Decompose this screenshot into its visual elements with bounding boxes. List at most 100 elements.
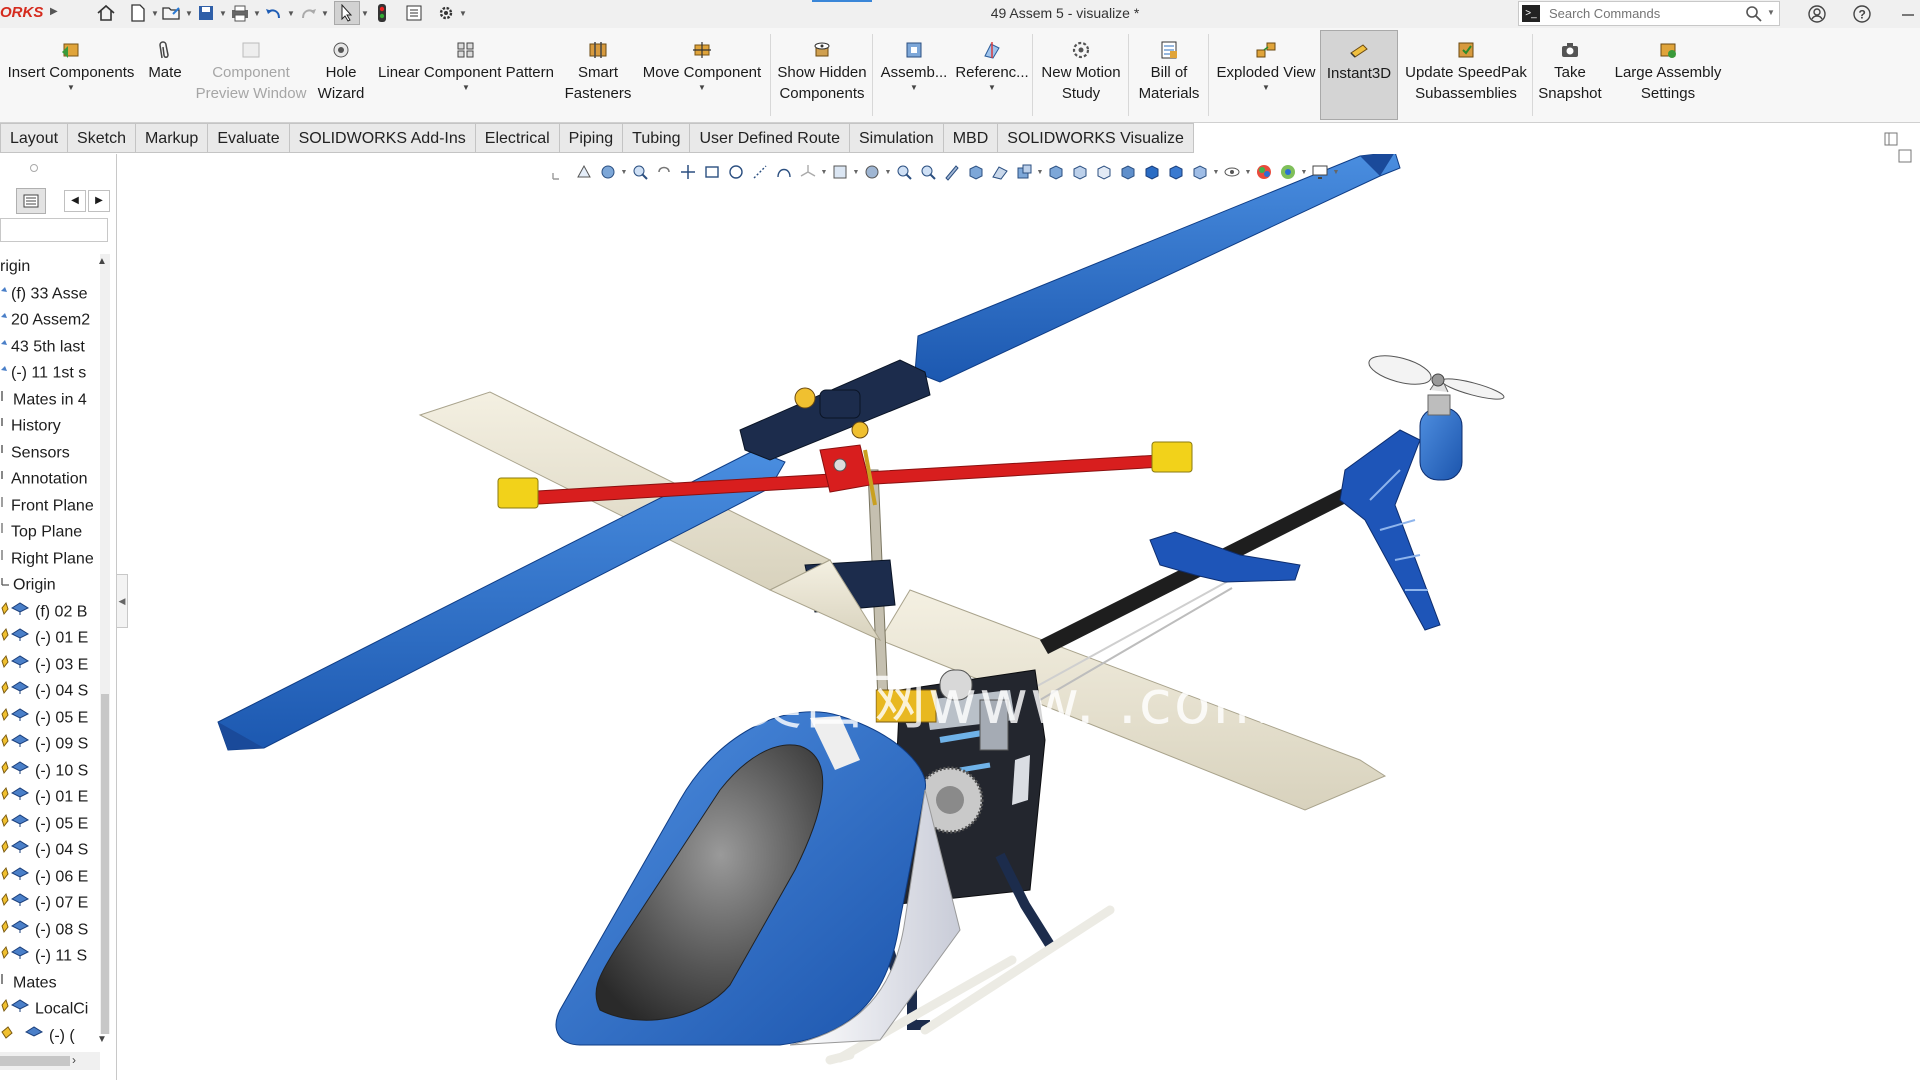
command-search-box[interactable]: >_ ▼ — [1518, 1, 1780, 26]
assembly-view-icon[interactable] — [1012, 160, 1036, 184]
view-right-icon[interactable] — [1116, 160, 1140, 184]
tree-item[interactable]: Top Plane — [0, 519, 100, 546]
assembly-view-dropdown[interactable]: ▼ — [1036, 169, 1044, 176]
view-settings-monitor-icon[interactable] — [1308, 160, 1332, 184]
help-icon[interactable]: ? — [1850, 2, 1874, 26]
view-settings-dropdown[interactable]: ▼ — [1332, 169, 1340, 176]
view-left-icon[interactable] — [1092, 160, 1116, 184]
horizontal-scrollbar-thumb[interactable] — [0, 1056, 70, 1066]
search-icon[interactable] — [1745, 5, 1763, 23]
apply-scene-icon[interactable] — [1276, 160, 1300, 184]
section-view-icon[interactable] — [596, 160, 620, 184]
tree-item[interactable]: Mates in 4 — [0, 387, 100, 414]
view-top-icon[interactable] — [1140, 160, 1164, 184]
rotate-view-icon[interactable] — [652, 160, 676, 184]
tree-item[interactable]: (-) 01 E — [0, 784, 100, 811]
new-motion-study-button[interactable]: New Motion Study — [1036, 30, 1126, 120]
tab-solidworks-add-ins[interactable]: SOLIDWORKS Add-Ins — [289, 123, 476, 153]
tree-item[interactable]: History — [0, 413, 100, 440]
instant3d-button[interactable]: Instant3D — [1320, 30, 1398, 120]
tree-item[interactable]: 20 Assem2 — [0, 307, 100, 334]
shaded-cube-icon[interactable] — [964, 160, 988, 184]
tree-item[interactable]: (-) 04 S — [0, 678, 100, 705]
tab-sketch[interactable]: Sketch — [68, 123, 136, 153]
tree-item[interactable]: (-) 04 S — [0, 837, 100, 864]
insert-components-button[interactable]: Insert Components ▼ — [4, 30, 138, 120]
reference-geometry-button[interactable]: Referenc... ▼ — [954, 30, 1030, 120]
tree-item[interactable]: rigin — [0, 254, 100, 281]
sketch-edit-icon[interactable] — [940, 160, 964, 184]
helicopter-assembly-model[interactable] — [117, 151, 1920, 1080]
show-hidden-components-button[interactable]: Show Hidden Components — [774, 30, 870, 120]
apply-scene-dropdown[interactable]: ▼ — [1300, 169, 1308, 176]
zoom-to-fit-icon[interactable] — [548, 160, 572, 184]
tree-item[interactable]: (-) 07 E — [0, 890, 100, 917]
tree-scrollbar-thumb[interactable] — [101, 694, 109, 1034]
tree-item[interactable]: (-) 11 1st s — [0, 360, 100, 387]
pan-icon[interactable] — [676, 160, 700, 184]
exploded-view-button[interactable]: Exploded View ▼ — [1212, 30, 1320, 120]
helicopter-canopy-body[interactable] — [555, 711, 961, 1046]
take-snapshot-button[interactable]: Take Snapshot — [1536, 30, 1604, 120]
edit-appearance-icon[interactable] — [1252, 160, 1276, 184]
triad-dropdown[interactable]: ▼ — [820, 169, 828, 176]
minimize-window-icon[interactable] — [1896, 2, 1920, 26]
bill-of-materials-button[interactable]: Bill of Materials — [1132, 30, 1206, 120]
linear-component-pattern-button[interactable]: Linear Component Pattern ▼ — [372, 30, 560, 120]
tree-item[interactable]: (-) 03 E — [0, 652, 100, 679]
tree-item[interactable]: (-) 09 S — [0, 731, 100, 758]
tab-solidworks-visualize[interactable]: SOLIDWORKS Visualize — [998, 123, 1194, 153]
update-speedpak-button[interactable]: Update SpeedPak Subassemblies — [1402, 30, 1530, 120]
tree-item[interactable]: (-) 01 E — [0, 625, 100, 652]
view-circle-icon[interactable] — [724, 160, 748, 184]
tree-item[interactable]: (-) 05 E — [0, 811, 100, 838]
tab-evaluate[interactable]: Evaluate — [208, 123, 290, 153]
tree-item[interactable]: Mates — [0, 970, 100, 997]
zoom-in-icon[interactable] — [892, 160, 916, 184]
search-options-dropdown[interactable]: ▼ — [1767, 8, 1775, 17]
tab-simulation[interactable]: Simulation — [850, 123, 944, 153]
display-style-icon[interactable] — [860, 160, 884, 184]
tail-motor[interactable] — [1419, 373, 1463, 481]
panel-grip-handle[interactable] — [30, 164, 38, 172]
measure-line-icon[interactable] — [748, 160, 772, 184]
view-orientation-dropdown[interactable]: ▼ — [852, 169, 860, 176]
feature-tree-tab-icon[interactable] — [16, 188, 46, 214]
chevron-down-icon[interactable]: ▼ — [1212, 83, 1320, 93]
scroll-right-icon[interactable]: › — [72, 1053, 76, 1067]
chevron-down-icon[interactable]: ▼ — [4, 83, 138, 93]
panel-nav-right-icon[interactable]: ▶ — [88, 190, 110, 212]
scroll-up-icon[interactable]: ▲ — [97, 256, 107, 267]
tree-filter-input[interactable] — [0, 218, 108, 242]
tree-item[interactable]: Right Plane — [0, 546, 100, 573]
view-isometric-icon[interactable] — [1164, 160, 1188, 184]
tab-layout[interactable]: Layout — [0, 123, 69, 153]
tree-item[interactable]: 43 5th last — [0, 334, 100, 361]
view-front-icon[interactable] — [1044, 160, 1068, 184]
tree-item[interactable]: Front Plane — [0, 493, 100, 520]
hide-show-items-icon[interactable] — [1220, 160, 1244, 184]
arc-icon[interactable] — [772, 160, 796, 184]
tree-item[interactable]: LocalCi — [0, 996, 100, 1023]
tree-item[interactable]: Sensors — [0, 440, 100, 467]
zoom-area-icon[interactable] — [628, 160, 652, 184]
main-rotor-blade-blue[interactable] — [914, 151, 1401, 383]
smart-fasteners-button[interactable]: Smart Fasteners — [564, 30, 632, 120]
move-component-button[interactable]: Move Component ▼ — [636, 30, 768, 120]
view-back-icon[interactable] — [1068, 160, 1092, 184]
chevron-down-icon[interactable]: ▼ — [636, 83, 768, 93]
tab-electrical[interactable]: Electrical — [475, 123, 560, 153]
hole-wizard-button[interactable]: Hole Wizard — [314, 30, 368, 120]
tree-item[interactable]: (-) 05 E — [0, 705, 100, 732]
flybar-weight-right[interactable] — [1151, 441, 1193, 473]
view-dimetric-icon[interactable] — [1188, 160, 1212, 184]
assembly-features-button[interactable]: Assemb... ▼ — [876, 30, 952, 120]
chevron-down-icon[interactable]: ▼ — [876, 83, 952, 93]
task-pane-toggle-icon[interactable] — [1884, 132, 1898, 146]
tab-piping[interactable]: Piping — [559, 123, 624, 153]
mate-button[interactable]: Mate — [142, 30, 188, 120]
hide-show-dropdown[interactable]: ▼ — [1244, 169, 1252, 176]
tab-markup[interactable]: Markup — [135, 123, 209, 153]
tree-item[interactable]: (-) 08 S — [0, 917, 100, 944]
triad-icon[interactable] — [796, 160, 820, 184]
